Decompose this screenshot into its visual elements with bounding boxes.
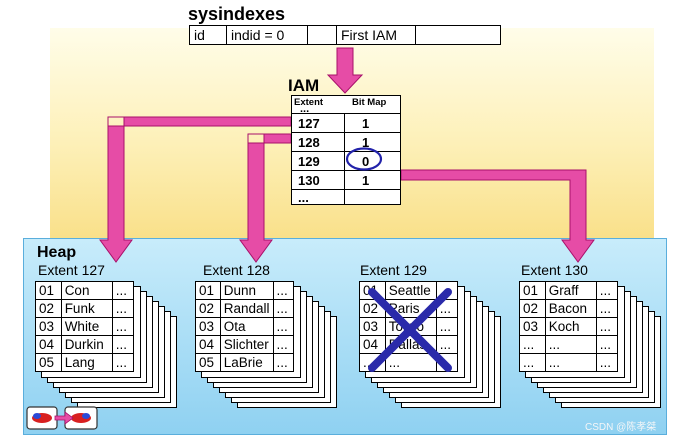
row-name: Randall (219, 299, 274, 318)
highlight-circle (345, 147, 383, 171)
row-id: 04 (35, 335, 62, 354)
iam-row: 130 1 (292, 170, 400, 190)
arrow-sysindexes-to-iam (326, 47, 364, 94)
extent-128-label: Extent 128 (203, 262, 270, 278)
watermark: CSDN @陈孝桀 (585, 422, 657, 433)
extent-129-label: Extent 129 (360, 262, 427, 278)
extent-130-label: Extent 130 (521, 262, 588, 278)
row-id: 03 (35, 317, 62, 336)
table-row: 01 Dunn... (195, 281, 294, 300)
row-id: 04 (195, 335, 221, 354)
heap-title: Heap (37, 244, 77, 261)
row-name: Durkin (60, 335, 113, 354)
row-more: ... (272, 335, 294, 354)
row-id: 02 (195, 299, 221, 318)
row-id: 03 (519, 317, 546, 336)
row-id: 05 (35, 353, 62, 372)
table-row: 03 Ota... (195, 317, 294, 336)
table-row: 02 Randall... (195, 299, 294, 318)
iam-footer-ellipsis: ... (298, 190, 309, 205)
row-more: ... (595, 281, 619, 300)
row-name: Funk (60, 299, 113, 318)
table-row: 03 White... (35, 317, 135, 336)
row-name: Koch (544, 317, 597, 336)
row-more: ... (272, 353, 294, 372)
row-more: ... (111, 281, 135, 300)
extent-127-label: Extent 127 (38, 262, 105, 278)
row-more: ... (111, 353, 135, 372)
row-more: ... (595, 353, 619, 372)
row-name: ... (544, 335, 597, 354)
row-name: Con (60, 281, 113, 300)
iam-header-bitmap: Bit Map (352, 97, 387, 108)
table-row: 02 Funk... (35, 299, 135, 318)
row-more: ... (111, 335, 135, 354)
extent-130-page: 01 Graff... 02 Bacon... 03 Koch... ........… (519, 281, 619, 372)
row-id: ... (519, 335, 546, 354)
row-id: 03 (195, 317, 221, 336)
row-more: ... (272, 317, 294, 336)
row-id: 01 (195, 281, 221, 300)
table-row: ......... (519, 335, 619, 354)
row-id: 02 (35, 299, 62, 318)
table-row: 04 Slichter... (195, 335, 294, 354)
row-name: LaBrie (219, 353, 274, 372)
slide-navigation-icon[interactable] (25, 404, 101, 432)
row-more: ... (272, 299, 294, 318)
iam-extent-130: 130 (298, 173, 320, 188)
row-more: ... (595, 299, 619, 318)
row-name: Graff (544, 281, 597, 300)
row-more: ... (272, 281, 294, 300)
table-row: 05 Lang... (35, 353, 135, 372)
row-more: ... (595, 335, 619, 354)
iam-row: 127 1 (292, 113, 400, 133)
table-row: 01 Con... (35, 281, 135, 300)
row-id: 05 (195, 353, 221, 372)
row-id: ... (519, 353, 546, 372)
row-name: Slichter (219, 335, 274, 354)
table-row: 02 Bacon... (519, 299, 619, 318)
table-row: 04 Durkin... (35, 335, 135, 354)
row-id: 01 (35, 281, 62, 300)
row-id: 01 (519, 281, 546, 300)
row-name: Bacon (544, 299, 597, 318)
iam-row: ... (292, 189, 400, 205)
table-row: 03 Koch... (519, 317, 619, 336)
row-name: Lang (60, 353, 113, 372)
row-name: ... (544, 353, 597, 372)
arrow-iam-to-extent-128 (239, 133, 292, 263)
iam-extent-127: 127 (298, 116, 320, 131)
extent-127-page: 01 Con... 02 Funk... 03 White... 04 Durkin..… (35, 281, 135, 372)
table-row: ......... (519, 353, 619, 372)
row-more: ... (111, 317, 135, 336)
table-row: 05 LaBrie... (195, 353, 294, 372)
row-id: 02 (519, 299, 546, 318)
row-name: White (60, 317, 113, 336)
iam-bit-127: 1 (362, 116, 370, 131)
deallocated-cross-icon (368, 288, 452, 372)
extent-128-page: 01 Dunn... 02 Randall... 03 Ota... 04 Slicht… (195, 281, 294, 372)
iam-extent-129: 129 (298, 154, 320, 169)
iam-title: IAM (288, 76, 320, 95)
row-name: Dunn (219, 281, 274, 300)
iam-extent-128: 128 (298, 135, 320, 150)
row-more: ... (111, 299, 135, 318)
row-more: ... (595, 317, 619, 336)
arrow-iam-to-extent-130 (400, 169, 595, 263)
iam-bit-130: 1 (362, 173, 370, 188)
table-row: 01 Graff... (519, 281, 619, 300)
row-name: Ota (219, 317, 274, 336)
